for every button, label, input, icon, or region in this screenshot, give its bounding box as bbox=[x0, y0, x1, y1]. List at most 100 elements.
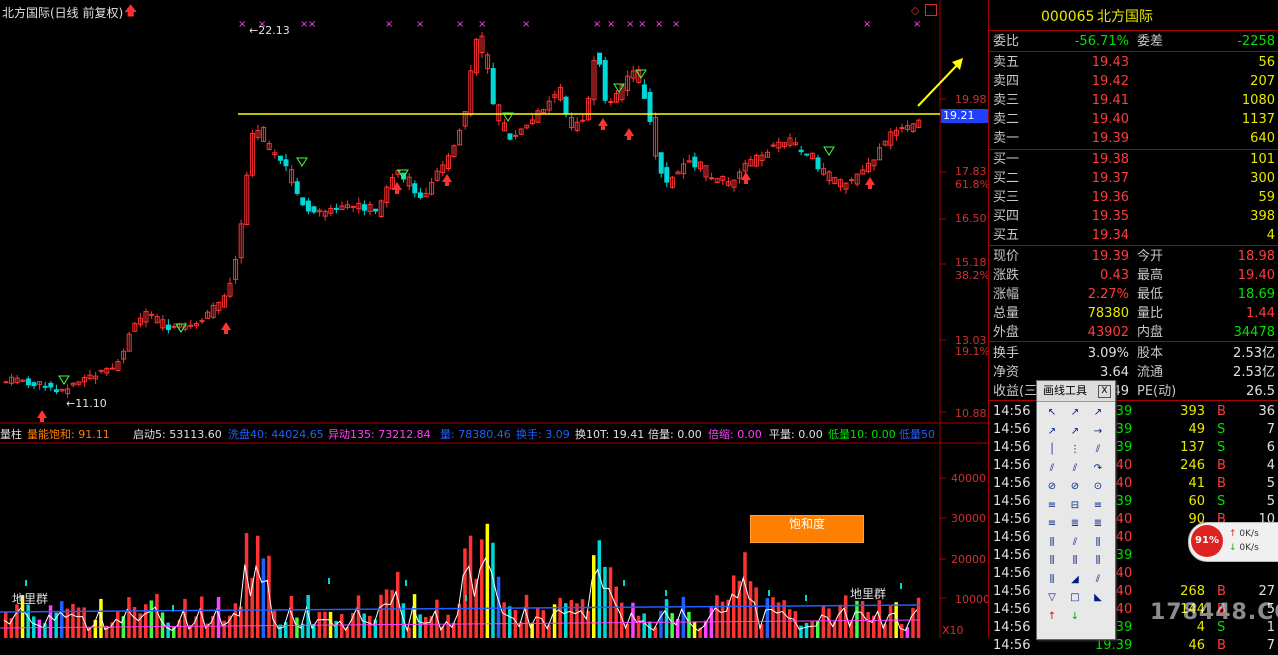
up-signal-icon bbox=[221, 322, 231, 330]
volume-bar bbox=[4, 612, 8, 638]
signal-marker: × bbox=[416, 19, 424, 30]
tick-row: 14:56 19.40 41 B 5 bbox=[993, 476, 1275, 491]
volume-bar bbox=[776, 602, 781, 638]
download-speed: ↓ 0K/s bbox=[1229, 543, 1259, 553]
wedge-icon[interactable]: ◣ bbox=[1089, 590, 1107, 606]
speed-icon[interactable]: ⫽ bbox=[1089, 572, 1107, 588]
volume-dot bbox=[900, 583, 902, 589]
candle-body bbox=[25, 378, 31, 386]
up-mark-icon[interactable]: ↑ bbox=[1043, 609, 1061, 625]
pointer-icon[interactable]: ↖ bbox=[1043, 405, 1061, 421]
blank-icon[interactable] bbox=[1089, 609, 1107, 625]
tick-row: 14:56 19.39 49 S 7 bbox=[993, 422, 1275, 437]
period-icon[interactable]: ⫼ bbox=[1089, 553, 1107, 569]
volume-bar bbox=[48, 605, 53, 638]
parallel-icon[interactable]: ⫽ bbox=[1089, 442, 1107, 458]
candle-body bbox=[815, 157, 821, 170]
volume-bar bbox=[446, 614, 450, 638]
drawing-toolbox[interactable]: 画线工具 X ↖ ↗ ↗ ↗ ↗ → │ ⋮ ⫽ ⫽ ⫽ ↷ ⊘ ⊘ ⊙ ≡ ⊟ ≡ ≡ ≣ ≣ ⫼ ⫽ ⫼ ⫼ ⫼ ⫼ ⫼ ◢ ⫽ ▽ □ ◣… bbox=[1036, 380, 1116, 640]
volume-bar bbox=[166, 622, 170, 638]
ga-icon[interactable]: ≡ bbox=[1043, 498, 1061, 514]
speed-percent: 91% bbox=[1191, 525, 1223, 557]
maximize-icon[interactable] bbox=[925, 4, 937, 16]
volume-dot bbox=[665, 590, 667, 596]
channel-icon[interactable]: ⫽ bbox=[1043, 461, 1061, 477]
volume-bar bbox=[608, 567, 613, 638]
ask-row: 卖三 19.41 1080 bbox=[993, 93, 1275, 108]
candle-body bbox=[149, 313, 155, 316]
volume-bar bbox=[603, 566, 607, 638]
up-signal-icon bbox=[624, 128, 634, 136]
network-speed-widget[interactable]: 91% ↑ 0K/s ↓ 0K/s bbox=[1188, 522, 1278, 562]
tri-icon[interactable]: ◢ bbox=[1066, 572, 1084, 588]
circle-icon[interactable]: ⊘ bbox=[1043, 479, 1061, 495]
arrow-icon[interactable]: ↗ bbox=[1066, 424, 1084, 440]
lines-icon[interactable]: ≡ bbox=[1089, 498, 1107, 514]
candle-body bbox=[709, 177, 715, 180]
levels-icon[interactable]: ⫼ bbox=[1043, 535, 1061, 551]
tick-row: 14:56 19.39 393 B 36 bbox=[993, 404, 1275, 419]
toolbox-close-icon[interactable]: X bbox=[1098, 385, 1111, 398]
volume-bar bbox=[183, 598, 187, 638]
ellipse-icon[interactable]: ⊘ bbox=[1066, 479, 1084, 495]
volume-dot bbox=[623, 580, 625, 586]
price-axis-label: 19.1% bbox=[955, 345, 990, 358]
fan-icon[interactable]: ⫽ bbox=[1066, 461, 1084, 477]
volume-bar bbox=[26, 604, 30, 638]
arc-icon[interactable]: ↷ bbox=[1089, 461, 1107, 477]
square-icon[interactable]: □ bbox=[1066, 590, 1084, 606]
stat-row: 涨跌 0.43 最高 19.40 bbox=[993, 268, 1275, 283]
signal-marker: × bbox=[863, 19, 871, 30]
volume-bar bbox=[900, 624, 904, 638]
volume-bar bbox=[670, 613, 674, 638]
tick-row: 14:56 19.39 46 B 7 bbox=[993, 638, 1275, 653]
candle-body bbox=[361, 204, 367, 211]
diamond-icon[interactable]: ◇ bbox=[911, 4, 919, 17]
volume-bar bbox=[614, 586, 618, 638]
candle-body bbox=[692, 156, 698, 168]
volume-bar bbox=[827, 608, 831, 638]
g-icon[interactable]: ⊟ bbox=[1066, 498, 1084, 514]
dots-icon[interactable]: ⋮ bbox=[1066, 442, 1084, 458]
volume-bar bbox=[664, 599, 669, 638]
price-axis-label: 38.2% bbox=[955, 269, 990, 282]
gann-icon[interactable]: ≣ bbox=[1089, 516, 1107, 532]
volume-bar bbox=[160, 612, 165, 638]
line-icon[interactable]: ↗ bbox=[1089, 405, 1107, 421]
volume-bar bbox=[552, 604, 557, 638]
candle-body bbox=[42, 385, 48, 388]
candle-body bbox=[311, 206, 317, 213]
tick-row: 14:56 19.39 60 S 5 bbox=[993, 494, 1275, 509]
rect-lines-icon[interactable]: ≡ bbox=[1043, 516, 1061, 532]
price-axis-label: 15.18 bbox=[955, 256, 987, 269]
up-signal-icon bbox=[865, 177, 875, 185]
fib-icon[interactable]: ⫽ bbox=[1066, 535, 1084, 551]
triangle-icon[interactable]: ▽ bbox=[1043, 590, 1061, 606]
hline-icon[interactable]: → bbox=[1089, 424, 1107, 440]
volume-bar bbox=[692, 621, 697, 638]
ask-row: 卖一 19.39 640 bbox=[993, 131, 1275, 146]
tick-row: 14:56 19.40 246 B 4 bbox=[993, 458, 1275, 473]
signal-marker: × bbox=[655, 19, 663, 30]
down-mark-icon[interactable]: ↓ bbox=[1066, 609, 1084, 625]
current-price-tag: 19.21 bbox=[941, 109, 989, 123]
signal-marker: × bbox=[308, 19, 316, 30]
candle-body bbox=[899, 127, 905, 130]
fan2-icon[interactable]: ⫼ bbox=[1089, 535, 1107, 551]
candle-body bbox=[109, 367, 115, 370]
candle-body bbox=[658, 152, 664, 174]
up-signal-icon bbox=[224, 330, 228, 334]
volume-dot bbox=[768, 590, 770, 596]
volume-bar bbox=[233, 603, 238, 638]
volume-bar bbox=[916, 597, 921, 638]
indicator-item: 换手: 3.09 bbox=[516, 428, 570, 441]
bars-icon[interactable]: ⫼ bbox=[1043, 553, 1061, 569]
arrow-line-icon[interactable]: ↗ bbox=[1043, 424, 1061, 440]
cycle-icon[interactable]: ⫼ bbox=[1066, 553, 1084, 569]
vbars-icon[interactable]: ⫼ bbox=[1043, 572, 1061, 588]
vline-icon[interactable]: │ bbox=[1043, 442, 1061, 458]
volume-axis-label: 30000 bbox=[951, 512, 986, 525]
ray-icon[interactable]: ↗ bbox=[1066, 405, 1084, 421]
gp-icon[interactable]: ⊙ bbox=[1089, 479, 1107, 495]
grid-icon[interactable]: ≣ bbox=[1066, 516, 1084, 532]
